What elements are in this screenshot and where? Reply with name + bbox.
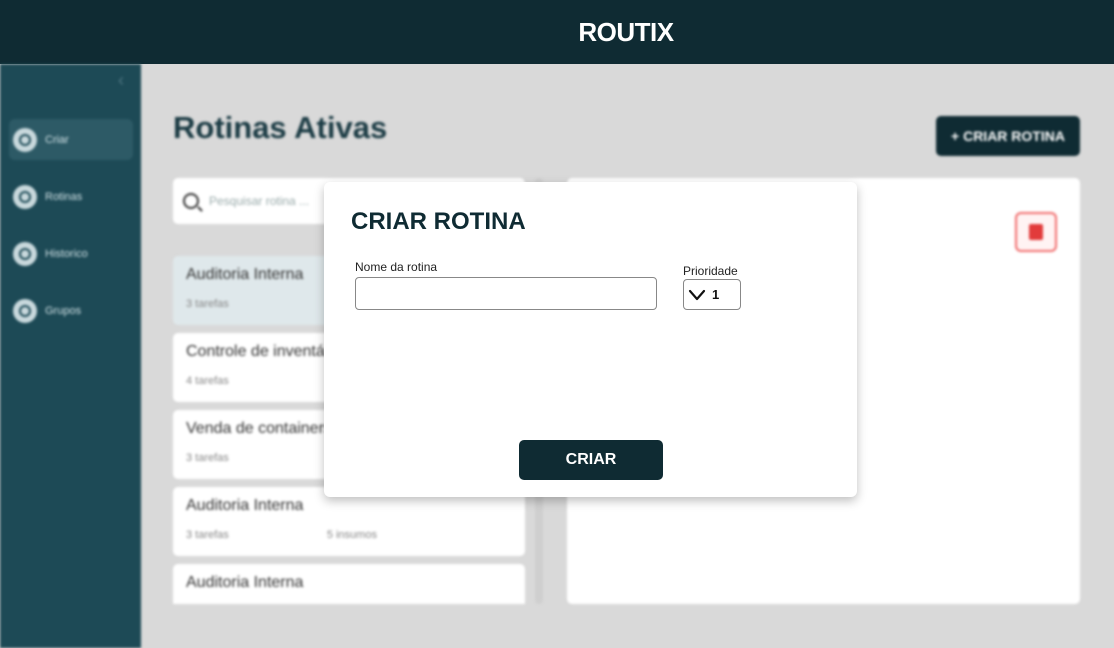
clock-icon (13, 241, 37, 266)
sidebar-item-grupos[interactable]: Grupos (9, 290, 133, 331)
sidebar-item-criar[interactable]: Criar (9, 119, 133, 160)
routine-title: Auditoria Interna (186, 574, 304, 591)
sidebar-item-label: Criar (45, 133, 69, 146)
routine-card[interactable]: Auditoria Interna (173, 564, 525, 604)
users-icon (13, 298, 37, 323)
delete-routine-button[interactable] (1015, 212, 1057, 252)
search-placeholder: Pesquisar rotina ... (209, 194, 310, 208)
sidebar-item-label: Rotinas (45, 190, 83, 203)
modal-title: CRIAR ROTINA (351, 208, 526, 235)
sidebar-item-label: Grupos (45, 304, 82, 317)
routine-tasks: 4 tarefas (186, 375, 229, 387)
routine-title: Auditoria Interna (186, 497, 304, 514)
criar-submit-button[interactable]: CRIAR (519, 440, 663, 480)
collapse-sidebar-icon[interactable]: ‹ (118, 70, 124, 91)
search-icon (183, 193, 199, 209)
routine-card[interactable]: Auditoria Interna 3 tarefas 5 insumos (173, 487, 525, 556)
create-routine-button[interactable]: + CRIAR ROTINA (936, 116, 1080, 156)
priority-select[interactable]: 1 (683, 279, 741, 310)
routine-tasks: 3 tarefas (186, 529, 229, 541)
top-bar: ROUTIX (0, 0, 1114, 64)
sidebar-item-rotinas[interactable]: Rotinas (9, 176, 133, 217)
routine-name-label: Nome da rotina (355, 260, 438, 274)
routine-tasks: 3 tarefas (186, 452, 229, 464)
routine-tasks: 3 tarefas (186, 298, 229, 310)
page-title: Rotinas Ativas (173, 110, 388, 145)
sidebar: ‹ Criar Rotinas Historico Grupos (0, 64, 141, 648)
priority-value: 1 (712, 287, 720, 302)
priority-label: Prioridade (683, 264, 738, 278)
calendar-icon (13, 184, 37, 209)
routine-insumos: 5 insumos (326, 529, 377, 541)
app-logo-title: ROUTIX (578, 16, 674, 47)
routine-name-input[interactable] (355, 277, 657, 310)
sidebar-item-label: Historico (45, 247, 88, 260)
plus-circle-icon (13, 127, 37, 152)
chevron-down-icon (688, 289, 706, 300)
trash-icon (1029, 224, 1043, 240)
create-routine-modal: CRIAR ROTINA Nome da rotina Prioridade 1… (324, 182, 857, 497)
sidebar-item-historico[interactable]: Historico (9, 233, 133, 274)
